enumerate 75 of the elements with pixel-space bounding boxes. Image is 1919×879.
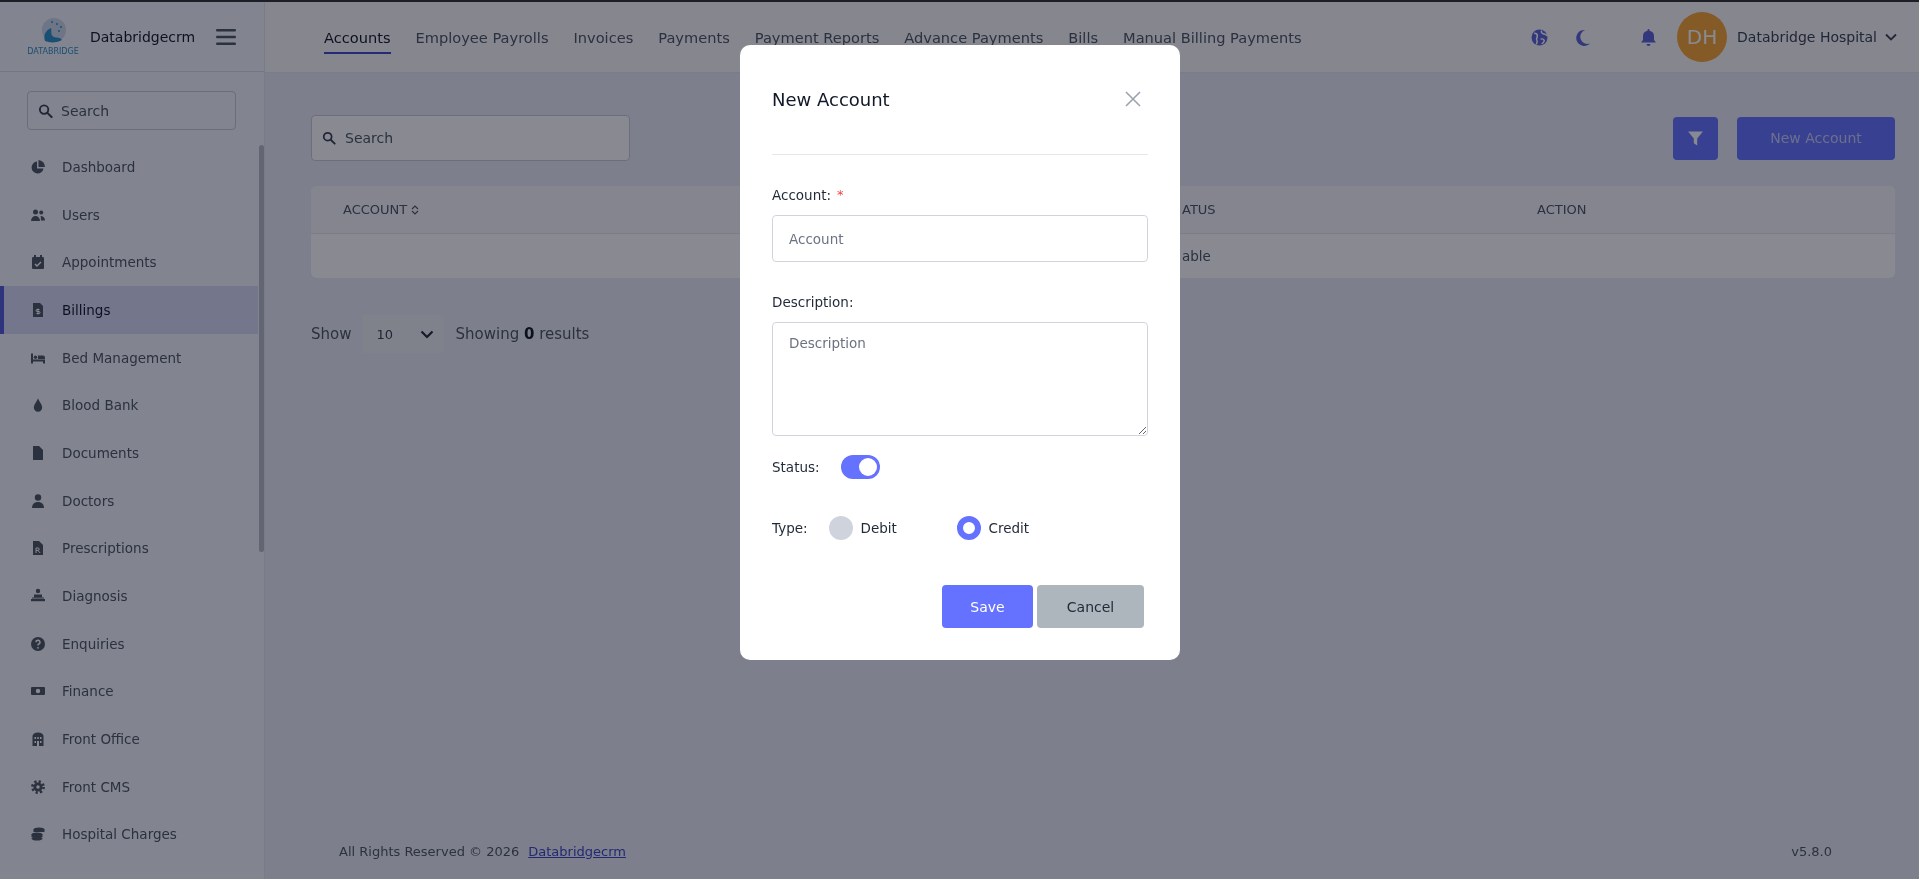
nav-tab[interactable]: Employee Payrolls — [415, 24, 549, 54]
sidebar-item[interactable]: Blood Bank — [0, 381, 258, 430]
theme-button[interactable] — [1575, 28, 1592, 46]
field-label: Description: — [772, 294, 854, 310]
sidebar-item[interactable]: Front CMS — [0, 762, 258, 811]
save-button[interactable]: Save — [942, 585, 1033, 628]
footer-link[interactable]: Databridgecrm — [528, 843, 626, 859]
globe-icon — [1531, 28, 1549, 46]
sidebar-item[interactable]: Hospital Charges — [0, 810, 258, 859]
avatar: DH — [1677, 12, 1728, 62]
sidebar-search-field[interactable]: Search — [27, 91, 236, 130]
status-toggle[interactable] — [840, 455, 880, 479]
moon-icon — [1575, 28, 1592, 46]
prescription-icon — [30, 540, 46, 557]
sidebar-item[interactable]: Dashboard — [0, 143, 258, 191]
nav-tab[interactable]: Manual Billing Payments — [1123, 24, 1302, 54]
brand-name: Databridgecrm — [90, 28, 196, 45]
radio-button[interactable] — [956, 516, 981, 540]
person-icon — [30, 492, 46, 509]
menu-button[interactable] — [216, 28, 236, 45]
nav-tab[interactable]: Payments — [658, 24, 730, 54]
scrollbar[interactable] — [259, 145, 264, 552]
sidebar-item[interactable]: Billings — [0, 286, 258, 334]
pie-chart-icon — [30, 158, 46, 175]
chevron-down-icon — [1885, 33, 1897, 41]
sidebar-item[interactable]: Users — [0, 190, 258, 239]
radio-label: Debit — [860, 520, 897, 536]
column-header: ATUS — [1182, 202, 1216, 217]
coins-icon — [30, 826, 46, 843]
close-icon — [1125, 91, 1141, 107]
sidebar-item[interactable]: Finance — [0, 667, 258, 716]
sidebar-item[interactable]: Doctors — [0, 476, 258, 525]
calendar-icon — [30, 254, 46, 271]
chevron-down-icon — [420, 329, 435, 339]
modal-title: New Account — [772, 88, 890, 110]
funnel-icon — [1687, 129, 1704, 147]
help-icon — [30, 635, 46, 652]
copyright-text: All Rights Reserved © 2026 — [339, 843, 520, 859]
column-header: ACTION — [1537, 202, 1587, 217]
language-button[interactable] — [1531, 28, 1549, 46]
account-field[interactable]: Account — [772, 215, 1148, 262]
building-icon — [30, 731, 46, 748]
sidebar-item[interactable]: Enquiries — [0, 619, 258, 668]
logo-caption: DATABRIDGE — [27, 47, 79, 56]
show-label: Show — [311, 325, 352, 343]
radio-label: Credit — [988, 520, 1030, 536]
radio-button[interactable] — [828, 516, 853, 540]
version-text: v5.8.0 — [1791, 843, 1832, 859]
user-menu[interactable]: DH Databridge Hospital — [1677, 12, 1897, 62]
column-header[interactable]: ACCOUNT — [343, 202, 420, 217]
nav-tab[interactable]: Accounts — [324, 24, 391, 54]
bell-icon — [1640, 27, 1658, 47]
cancel-button[interactable]: Cancel — [1037, 585, 1144, 628]
invoice-icon — [30, 301, 46, 318]
sidebar-item[interactable]: Front Office — [0, 715, 258, 763]
sort-icon — [411, 204, 420, 215]
settings-icon — [30, 778, 46, 795]
notifications-button[interactable] — [1640, 27, 1658, 47]
type-label: Type: — [772, 520, 808, 536]
sidebar-item[interactable]: Diagnosis — [0, 572, 258, 620]
results-summary: Showing 0 results — [455, 325, 590, 343]
required-mark: * — [837, 187, 844, 203]
close-button[interactable] — [1125, 91, 1141, 107]
field-label: Account: — [772, 187, 832, 203]
sidebar-item[interactable]: Documents — [0, 429, 258, 477]
sidebar-item[interactable]: Prescriptions — [0, 524, 258, 573]
document-icon — [30, 444, 46, 461]
status-label: Status: — [772, 459, 820, 475]
filter-button[interactable] — [1673, 116, 1718, 160]
description-field[interactable]: Description — [772, 322, 1148, 436]
search-field[interactable]: Search — [311, 115, 630, 161]
nav-tab[interactable]: Invoices — [573, 24, 634, 54]
user-name: Databridge Hospital — [1737, 29, 1877, 45]
menu-icon — [216, 28, 236, 45]
empty-message: able — [1182, 248, 1211, 264]
